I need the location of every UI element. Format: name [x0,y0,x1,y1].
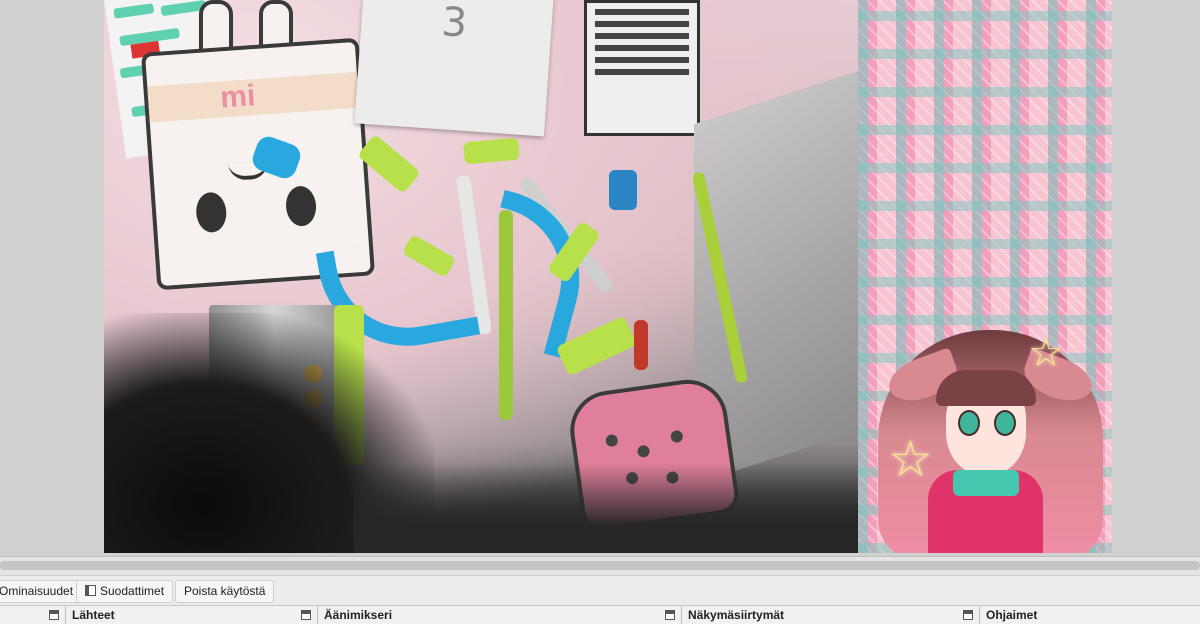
filter-icon [85,585,96,596]
lego-arc-piece [466,189,600,359]
anime-overlay-source[interactable]: ☆ ☆ [858,0,1112,553]
dock-scenes[interactable] [0,606,66,624]
star-icon: ☆ [1028,330,1064,376]
character-bangs [936,370,1036,406]
scrollbar-thumb[interactable] [0,561,1200,570]
instruction-booklet: 3 [354,0,554,137]
character-bow [953,470,1019,496]
lego-piece [463,137,520,165]
lego-piece [634,320,648,370]
dock-header-bar: Lähteet Äänimikseri Näkymäsiirtymät Ohja… [0,605,1200,624]
dock-title: Näkymäsiirtymät [688,608,785,622]
dock-sources[interactable]: Lähteet [66,606,318,624]
preview-canvas[interactable]: mi 3 ☆ ☆ [0,0,1200,556]
dock-controls[interactable]: Ohjaimet [980,606,1200,624]
dock-title: Ohjaimet [986,608,1038,622]
properties-label: Ominaisuudet [0,584,74,598]
properties-button[interactable]: Ominaisuudet [0,580,83,603]
dock-title: Äänimikseri [324,608,393,622]
sticker-text: mi [219,79,257,115]
undock-icon[interactable] [301,610,311,620]
webcam-source[interactable]: mi 3 [104,0,858,553]
dock-title: Lähteet [72,608,115,622]
undock-icon[interactable] [963,610,973,620]
lego-box [584,0,700,136]
filters-label: Suodattimet [100,584,165,598]
undock-icon[interactable] [49,610,59,620]
preview-scrollbar[interactable] [0,556,1200,575]
lego-piece [609,170,637,210]
booklet-page-number: 3 [440,0,469,47]
undock-icon[interactable] [665,610,675,620]
shadow-area [354,463,858,553]
source-toolbar: Ominaisuudet Suodattimet Poista käytöstä [0,575,1200,606]
dock-scene-transitions[interactable]: Näkymäsiirtymät [682,606,980,624]
disable-label: Poista käytöstä [184,584,266,598]
disable-button[interactable]: Poista käytöstä [175,580,275,603]
dock-audio-mixer[interactable]: Äänimikseri [318,606,682,624]
filters-button[interactable]: Suodattimet [76,580,174,603]
star-icon: ☆ [888,430,933,488]
